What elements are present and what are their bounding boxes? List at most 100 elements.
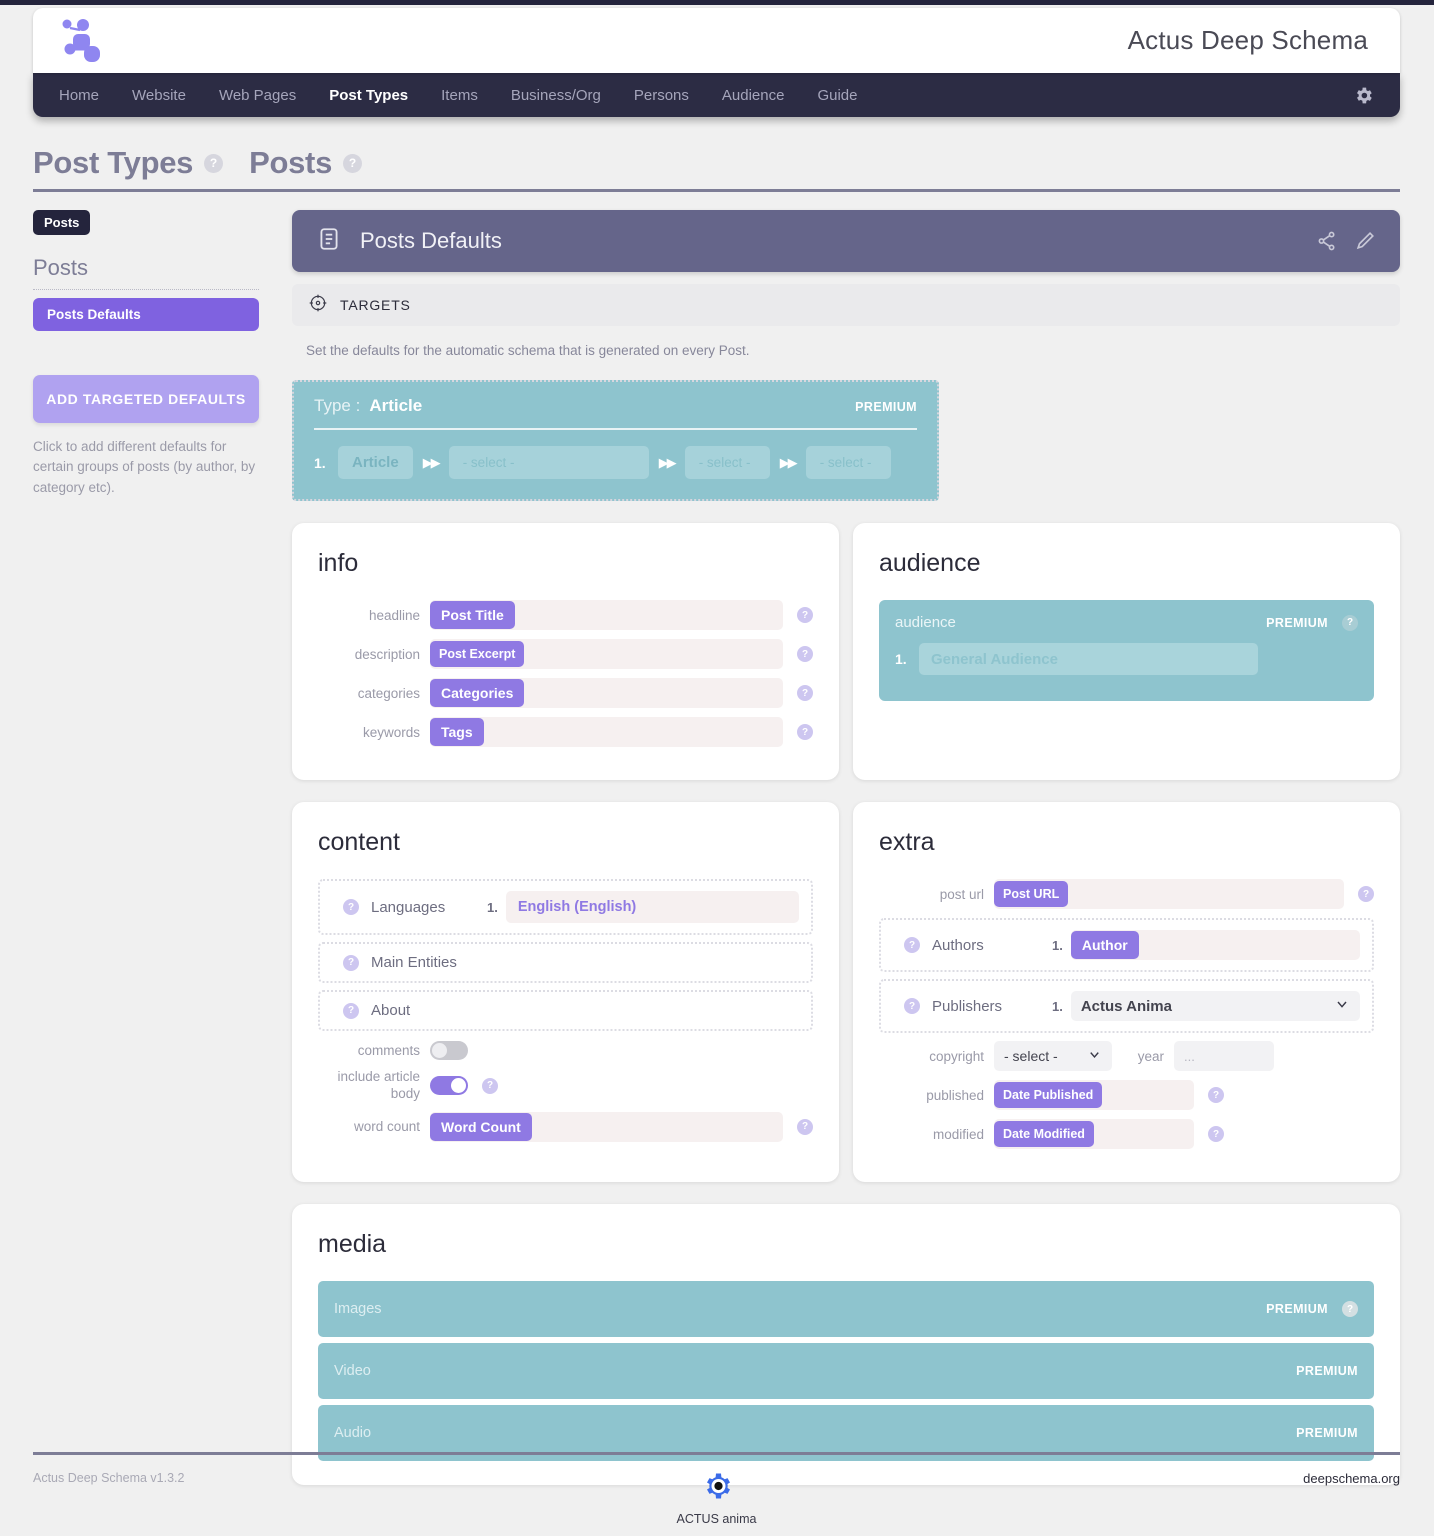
add-targeted-defaults-button[interactable]: ADD TARGETED DEFAULTS: [33, 375, 259, 423]
authors-input[interactable]: Author: [1070, 930, 1360, 960]
info-help-keywords-icon[interactable]: ?: [797, 724, 813, 740]
double-arrow-icon-3: ▶▶: [779, 454, 798, 470]
media-row-video[interactable]: Video PREMIUM: [318, 1343, 1374, 1399]
nav-item-post-types[interactable]: Post Types: [329, 87, 408, 104]
info-input-categories[interactable]: Categories: [430, 678, 783, 708]
languages-help-icon[interactable]: ?: [343, 899, 359, 915]
info-row-categories: categories Categories ?: [318, 678, 813, 708]
page-title-secondary-help-icon[interactable]: ?: [343, 153, 363, 173]
info-help-description-icon[interactable]: ?: [797, 646, 813, 662]
published-label: published: [926, 1087, 984, 1103]
word-count-input[interactable]: Word Count: [430, 1111, 783, 1142]
info-help-headline-icon[interactable]: ?: [797, 607, 813, 623]
panel-header: Posts Defaults: [292, 210, 1400, 272]
nav-item-website[interactable]: Website: [132, 87, 186, 104]
extra-card-title: extra: [879, 828, 935, 856]
info-row-headline: headline Post Title ?: [318, 600, 813, 630]
nav-item-audience[interactable]: Audience: [722, 87, 785, 104]
published-help-icon[interactable]: ?: [1208, 1087, 1224, 1103]
token-tags[interactable]: Tags: [430, 718, 484, 746]
about-help-icon[interactable]: ?: [343, 1002, 359, 1019]
publishers-row-number: 1.: [1052, 998, 1063, 1014]
post-url-help-icon[interactable]: ?: [1358, 886, 1374, 902]
extra-row-modified: modified Date Modified ?: [879, 1119, 1374, 1149]
comments-toggle[interactable]: [430, 1041, 468, 1060]
footer-site-link[interactable]: deepschema.org: [1303, 1471, 1400, 1486]
share-nodes-icon[interactable]: [1316, 230, 1338, 252]
info-input-description[interactable]: Post Excerpt: [430, 639, 783, 669]
copyright-select[interactable]: - select -: [994, 1041, 1112, 1071]
extra-card: extra post url Post URL ? ? Authors 1. A…: [853, 802, 1400, 1182]
include-article-body-help-icon[interactable]: ?: [482, 1077, 498, 1094]
audience-card-title: audience: [879, 549, 981, 577]
audience-help-icon[interactable]: ?: [1342, 614, 1358, 631]
token-date-published[interactable]: Date Published: [994, 1082, 1103, 1108]
content-about-box[interactable]: ? About: [318, 990, 813, 1031]
word-count-help-icon[interactable]: ?: [797, 1118, 813, 1135]
main-entities-help-icon[interactable]: ?: [343, 954, 359, 971]
nav-item-home[interactable]: Home: [59, 87, 99, 104]
token-post-title[interactable]: Post Title: [430, 601, 515, 629]
include-article-body-toggle[interactable]: [430, 1076, 468, 1096]
info-label-description: description: [354, 646, 420, 662]
audience-value-input[interactable]: General Audience: [919, 643, 1258, 675]
media-row-images[interactable]: Images PREMIUM ?: [318, 1281, 1374, 1337]
publishers-help-icon[interactable]: ?: [904, 998, 920, 1014]
sidebar-group-title: Posts: [33, 255, 89, 280]
info-help-categories-icon[interactable]: ?: [797, 685, 813, 701]
type-select-3[interactable]: - select -: [805, 446, 891, 479]
token-author[interactable]: Author: [1070, 931, 1139, 959]
type-row: 1. Article ▶▶ - select - ▶▶ - select - ▶…: [314, 446, 917, 479]
comments-label: comments: [357, 1043, 420, 1058]
nav-item-items[interactable]: Items: [441, 87, 478, 104]
nav-item-web-pages[interactable]: Web Pages: [219, 87, 296, 104]
type-select-1[interactable]: - select -: [448, 446, 649, 479]
modified-help-icon[interactable]: ?: [1208, 1126, 1224, 1142]
sidebar-post-type-tag: Posts: [33, 210, 91, 235]
authors-help-icon[interactable]: ?: [904, 937, 920, 953]
sidebar-item-posts-defaults[interactable]: Posts Defaults: [33, 298, 259, 331]
copyright-selected-value: - select -: [1004, 1048, 1058, 1064]
media-help-images-icon[interactable]: ?: [1342, 1301, 1358, 1317]
content-row-include-article-body: include article body ?: [318, 1069, 813, 1103]
info-input-headline[interactable]: Post Title: [430, 600, 783, 630]
type-chip-article[interactable]: Article: [338, 446, 413, 479]
targets-bar[interactable]: TARGETS: [292, 284, 1400, 326]
publishers-select[interactable]: Actus Anima: [1070, 991, 1360, 1021]
nav-item-guide[interactable]: Guide: [817, 87, 857, 104]
token-categories[interactable]: Categories: [430, 679, 525, 707]
page-title-primary-help-icon[interactable]: ?: [204, 153, 224, 173]
document-lines-icon: [316, 226, 342, 257]
gear-icon[interactable]: [1352, 84, 1374, 106]
chevron-down-icon-copyright: [1073, 1047, 1102, 1065]
type-row-number: 1.: [314, 454, 326, 471]
main-entities-label: Main Entities: [371, 954, 457, 971]
type-select-2[interactable]: - select -: [684, 446, 770, 479]
info-input-keywords[interactable]: Tags: [430, 717, 783, 747]
modified-input[interactable]: Date Modified: [994, 1119, 1194, 1149]
nav-item-business-org[interactable]: Business/Org: [511, 87, 601, 104]
published-input[interactable]: Date Published: [994, 1080, 1194, 1110]
token-post-url[interactable]: Post URL: [994, 881, 1069, 907]
content-main-entities-box[interactable]: ? Main Entities: [318, 942, 813, 983]
token-post-excerpt[interactable]: Post Excerpt: [430, 641, 525, 667]
publishers-label: Publishers: [932, 997, 1003, 1015]
token-date-modified[interactable]: Date Modified: [994, 1121, 1094, 1147]
type-value: Article: [369, 396, 423, 415]
premium-badge: PREMIUM: [855, 400, 917, 414]
sidebar-divider: [33, 289, 259, 290]
pencil-edit-icon[interactable]: [1354, 230, 1376, 252]
nav-item-persons[interactable]: Persons: [634, 87, 689, 104]
main-navigation: Home Website Web Pages Post Types Items …: [33, 73, 1400, 117]
token-word-count[interactable]: Word Count: [430, 1112, 532, 1141]
content-row-comments: comments: [318, 1041, 813, 1060]
audience-premium-badge: PREMIUM: [1266, 615, 1328, 630]
content-row-word-count: word count Word Count ?: [318, 1111, 813, 1142]
type-target-panel: Type : Article PREMIUM 1. Article ▶▶ - s…: [292, 380, 939, 501]
post-url-input[interactable]: Post URL: [994, 879, 1344, 909]
post-url-label: post url: [939, 886, 984, 902]
year-input[interactable]: ...: [1174, 1041, 1274, 1071]
audience-premium-block: audience PREMIUM ? 1. General Audience: [879, 600, 1374, 701]
languages-value-input[interactable]: English (English): [505, 891, 799, 923]
type-label: Type :: [314, 396, 361, 415]
